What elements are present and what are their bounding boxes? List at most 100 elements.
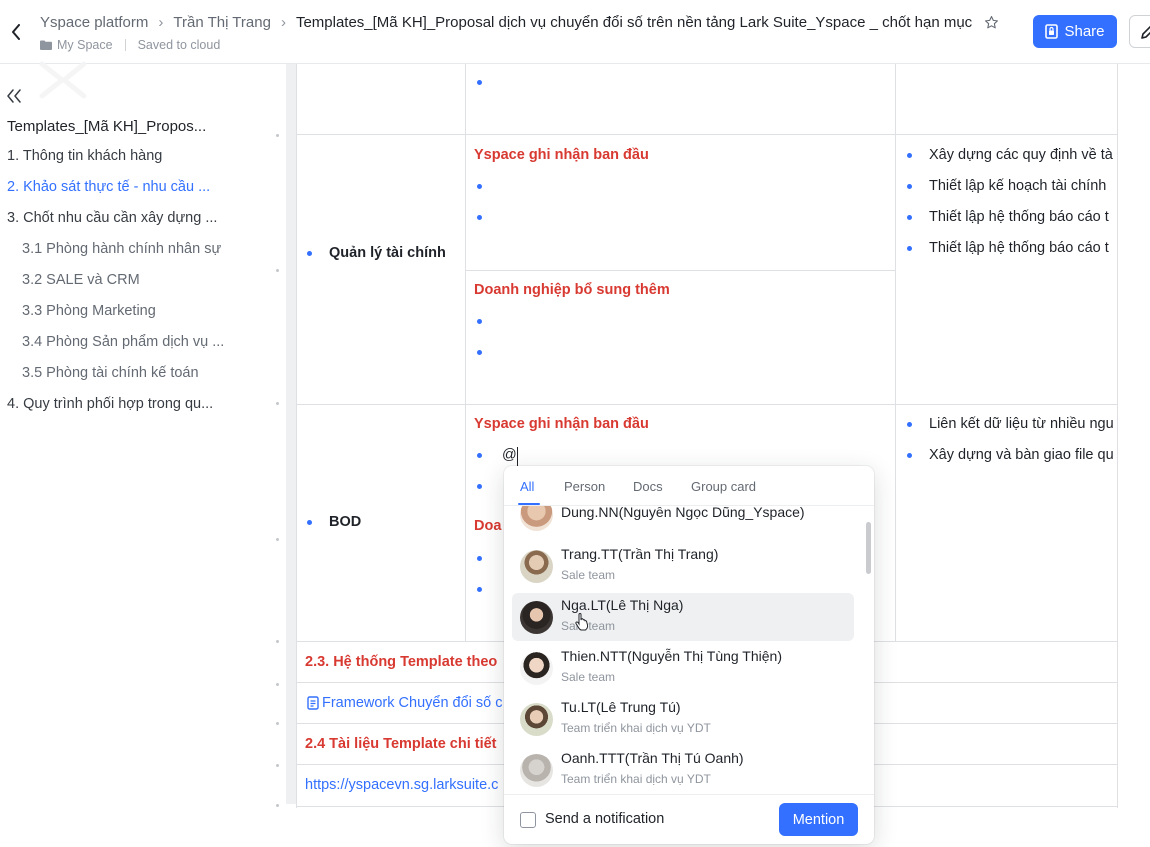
scrollbar-thumb[interactable] (866, 522, 871, 574)
bullet-marker (907, 422, 912, 427)
scroll-marker (276, 269, 279, 272)
avatar (520, 601, 553, 634)
person-team: Sale team (561, 670, 616, 684)
person-team: Team triển khai dịch vụ YDT (561, 721, 711, 735)
mention-button[interactable]: Mention (779, 803, 858, 836)
row-label-bod[interactable]: BOD (329, 514, 361, 530)
chevron-right-icon: › (280, 14, 286, 31)
bod-item[interactable]: Xây dựng và bàn giao file qu (929, 447, 1114, 463)
share-button[interactable]: Share (1033, 15, 1117, 48)
bullet-marker (477, 80, 482, 85)
scroll-marker (276, 804, 279, 807)
bullet-marker (477, 453, 482, 458)
mention-input-text[interactable]: @ (502, 447, 517, 463)
toc-doc-title[interactable]: Templates_[Mã KH]_Propos... (7, 118, 206, 135)
avatar (520, 703, 553, 736)
mention-footer: Send a notification Mention (504, 794, 874, 844)
bullet-marker (477, 484, 482, 489)
back-icon[interactable] (6, 20, 26, 44)
row-label-finance[interactable]: Quản lý tài chính (329, 245, 446, 261)
section-heading-2-3[interactable]: 2.3. Hệ thống Template theo (305, 654, 497, 670)
person-name: Tu.LT(Lê Trung Tú) (561, 699, 681, 715)
star-icon[interactable] (984, 15, 999, 30)
scroll-marker (276, 640, 279, 643)
right-margin (1118, 64, 1150, 847)
scroll-marker (276, 134, 279, 137)
mention-results-list[interactable]: Dung.NN(Nguyễn Ngọc Dũng_Yspace) Trang.T… (504, 506, 874, 794)
section-heading-2-4[interactable]: 2.4 Tài liệu Template chi tiết (305, 736, 497, 752)
list-item[interactable]: Thien.NTT(Nguyễn Thị Tùng Thiện) Sale te… (512, 644, 854, 692)
bullet-marker (477, 215, 482, 220)
send-notification-checkbox[interactable] (520, 812, 536, 828)
avatar (520, 754, 553, 787)
watermark-logo-icon (34, 58, 92, 102)
person-team: Sale team (561, 568, 616, 582)
tab-group-card[interactable]: Group card (691, 479, 756, 494)
person-name: Trang.TT(Trần Thị Trang) (561, 546, 719, 562)
toc-item-4[interactable]: 4. Quy trình phối hợp trong qu... (7, 396, 213, 412)
toc-item-2[interactable]: 2. Khảo sát thực tế - nhu cầu ... (7, 179, 210, 195)
template-url-link[interactable]: https://yspacevn.sg.larksuite.c (305, 777, 498, 793)
breadcrumb-yspace-platform[interactable]: Yspace platform (40, 14, 148, 31)
toc-item-3-2[interactable]: 3.2 SALE và CRM (22, 272, 140, 288)
bullet-marker (477, 319, 482, 324)
heading-business-added[interactable]: Doanh nghiệp bổ sung thêm (474, 282, 670, 298)
top-bar: Yspace platform › Trần Thị Trang › Templ… (0, 0, 1150, 64)
scroll-marker (276, 402, 279, 405)
list-item[interactable]: Tu.LT(Lê Trung Tú) Team triển khai dịch … (512, 695, 854, 743)
toc-item-3-1[interactable]: 3.1 Phòng hành chính nhân sự (22, 241, 221, 257)
list-item[interactable]: Dung.NN(Nguyễn Ngọc Dũng_Yspace) (512, 506, 854, 538)
bullet-marker (477, 556, 482, 561)
avatar (520, 506, 553, 531)
breadcrumb: Yspace platform › Trần Thị Trang › Templ… (40, 14, 999, 31)
finance-item[interactable]: Xây dựng các quy định về tà (929, 147, 1113, 163)
bod-item[interactable]: Liên kết dữ liệu từ nhiều ngu (929, 416, 1114, 432)
share-label: Share (1064, 23, 1105, 40)
avatar (520, 652, 553, 685)
breadcrumb-owner[interactable]: Trần Thị Trang (173, 14, 271, 31)
table-row-handle-bar[interactable] (286, 64, 296, 804)
toc-item-3[interactable]: 3. Chốt nhu cầu cần xây dựng ... (7, 210, 217, 226)
person-name: Thien.NTT(Nguyễn Thị Tùng Thiện) (561, 648, 782, 664)
list-item[interactable]: Nga.LT(Lê Thị Nga) Sale team (512, 593, 854, 641)
bullet-marker (307, 251, 312, 256)
finance-item[interactable]: Thiết lập hệ thống báo cáo t (929, 209, 1109, 225)
toc-item-1[interactable]: 1. Thông tin khách hàng (7, 148, 162, 164)
list-item[interactable]: Trang.TT(Trần Thị Trang) Sale team (512, 542, 854, 590)
tab-person[interactable]: Person (564, 479, 605, 494)
avatar (520, 550, 553, 583)
scroll-marker (276, 683, 279, 686)
document-title[interactable]: Templates_[Mã KH]_Proposal dịch vụ chuyể… (296, 14, 972, 31)
folder-icon (40, 40, 52, 50)
scroll-marker (276, 538, 279, 541)
location-my-space[interactable]: My Space (57, 38, 113, 52)
toc-item-3-3[interactable]: 3.3 Phòng Marketing (22, 303, 156, 319)
toc-item-3-5[interactable]: 3.5 Phòng tài chính kế toán (22, 365, 199, 381)
bullet-marker (477, 184, 482, 189)
pencil-icon (1141, 25, 1150, 39)
finance-item[interactable]: Thiết lập kế hoạch tài chính (929, 178, 1106, 194)
heading-yspace-initial-bod[interactable]: Yspace ghi nhận ban đầu (474, 416, 649, 432)
send-notification-label[interactable]: Send a notification (545, 811, 664, 827)
table-border (895, 64, 896, 642)
toc-item-3-4[interactable]: 3.4 Phòng Sản phẩm dịch vụ ... (22, 334, 224, 350)
person-name: Oanh.TTT(Trần Thị Tú Oanh) (561, 750, 744, 766)
text-caret (517, 447, 518, 466)
bullet-marker (477, 350, 482, 355)
framework-doc-link[interactable]: Framework Chuyển đổi số c (322, 695, 503, 711)
bullet-marker (907, 453, 912, 458)
list-item[interactable]: Oanh.TTT(Trần Thị Tú Oanh) Team triển kh… (512, 746, 854, 794)
table-border (465, 270, 895, 271)
tab-all[interactable]: All (520, 479, 534, 494)
collapse-sidebar-icon[interactable] (4, 86, 24, 106)
table-border (296, 64, 297, 808)
heading-yspace-initial[interactable]: Yspace ghi nhận ban đầu (474, 147, 649, 163)
heading-business-added-bod[interactable]: Doa (474, 518, 501, 534)
save-status: Saved to cloud (137, 38, 221, 52)
finance-item[interactable]: Thiết lập hệ thống báo cáo t (929, 240, 1109, 256)
edit-button[interactable] (1129, 15, 1150, 48)
lock-doc-icon (1045, 24, 1059, 39)
tab-docs[interactable]: Docs (633, 479, 663, 494)
person-name: Dung.NN(Nguyễn Ngọc Dũng_Yspace) (561, 506, 805, 520)
active-tab-indicator (518, 503, 540, 505)
